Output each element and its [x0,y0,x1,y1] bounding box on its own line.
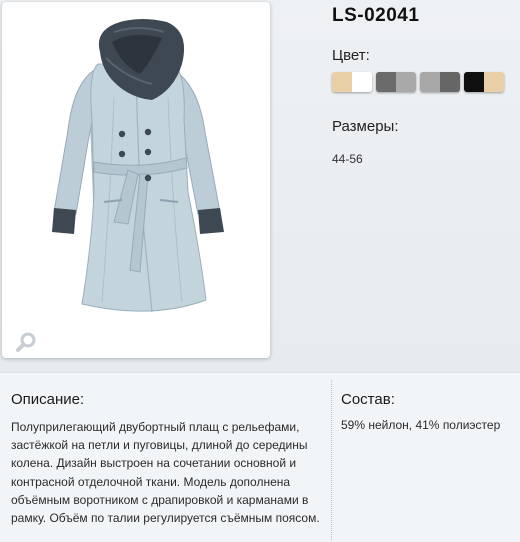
swatch-beige-white[interactable] [332,72,372,92]
swatch-dark-grey-grey[interactable] [376,72,416,92]
description-heading: Описание: [11,391,85,408]
sizes-value: 44-56 [332,152,363,166]
color-swatches [332,72,504,92]
product-title: LS-02041 [332,5,420,26]
composition-heading: Состав: [341,391,395,408]
color-label: Цвет: [332,47,370,64]
coat-image[interactable] [2,2,270,358]
description-text: Полуприлегающий двубортный плащ с рельеф… [11,420,320,526]
swatch-black-beige[interactable] [464,72,504,92]
product-photo-card[interactable] [2,2,270,358]
magnifier-icon[interactable] [14,330,38,354]
swatch-grey-dark-grey[interactable] [420,72,460,92]
sizes-label: Размеры: [332,118,399,135]
section-divider [331,380,332,541]
composition-text: 59% нейлон, 41% полиэстер [341,418,501,432]
